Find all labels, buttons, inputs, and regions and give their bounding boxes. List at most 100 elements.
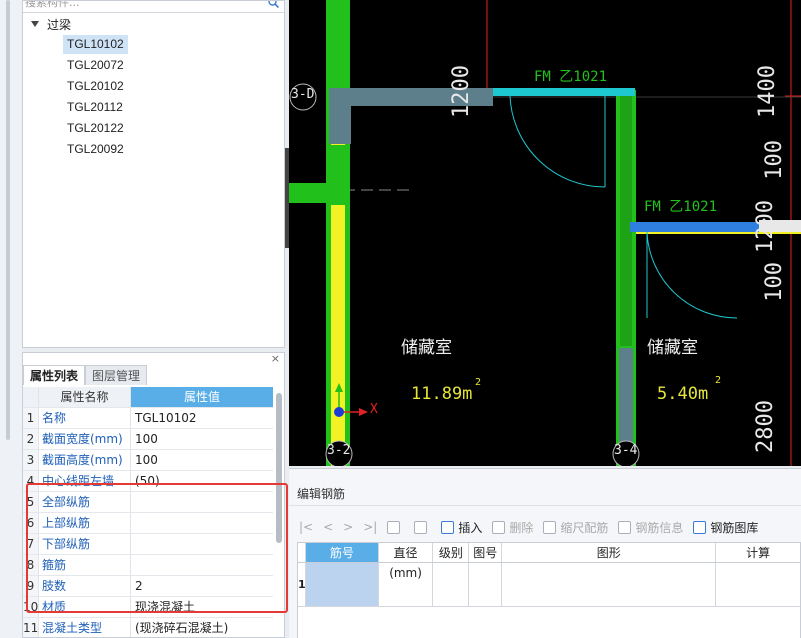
axis-label: 3-2 bbox=[327, 443, 351, 458]
move-down-button[interactable] bbox=[414, 520, 431, 534]
property-value[interactable]: TGL10102 bbox=[131, 408, 273, 428]
property-value[interactable] bbox=[131, 555, 273, 575]
nav-prev-button[interactable]: < bbox=[323, 520, 333, 534]
property-row-index: 10 bbox=[23, 597, 39, 617]
property-row[interactable]: 6 上部纵筋 bbox=[23, 513, 273, 534]
gutter-scrollbar[interactable] bbox=[6, 0, 10, 440]
col-figure-no[interactable]: 图号 bbox=[469, 543, 503, 562]
property-value[interactable]: 现浇混凝土 bbox=[131, 597, 273, 617]
property-row-index: 11 bbox=[23, 618, 39, 637]
header-property-name: 属性名称 bbox=[39, 387, 131, 407]
library-icon bbox=[693, 520, 707, 534]
property-name: 截面高度(mm) bbox=[39, 450, 131, 470]
wall-green[interactable] bbox=[289, 183, 329, 203]
tree-node-lintel[interactable]: 过梁 bbox=[31, 16, 71, 32]
property-row[interactable]: 11 混凝土类型 (现浇碎石混凝土) bbox=[23, 618, 273, 637]
nav-next-button[interactable]: > bbox=[343, 520, 353, 534]
arrow-down-icon bbox=[414, 520, 428, 534]
property-row[interactable]: 8 箍筋 bbox=[23, 555, 273, 576]
col-grade[interactable]: 级别 bbox=[433, 543, 470, 562]
cell-calc[interactable] bbox=[716, 563, 800, 606]
dimension-label: 1200 bbox=[449, 65, 474, 118]
area-unit-superscript: 2 bbox=[475, 377, 482, 388]
dimension-label: 100 bbox=[762, 140, 787, 180]
door-label: FM 乙1021 bbox=[534, 69, 608, 85]
scale-icon bbox=[543, 520, 557, 534]
col-diameter[interactable]: 直径(mm) bbox=[379, 543, 434, 580]
property-value[interactable]: 2 bbox=[131, 576, 273, 596]
cell-figure-no[interactable] bbox=[469, 563, 503, 606]
cell-bar-number[interactable] bbox=[306, 563, 379, 606]
property-name: 全部纵筋 bbox=[39, 492, 131, 512]
property-value[interactable] bbox=[131, 513, 273, 533]
info-icon bbox=[618, 520, 632, 534]
rebar-toolbar: |< < > >| 插入 删除 缩尺配筋 钢筋信息 钢筋图库 bbox=[299, 517, 768, 537]
tab-layer-management[interactable]: 图层管理 bbox=[85, 365, 148, 385]
expand-triangle-icon[interactable] bbox=[31, 21, 39, 27]
property-name: 名称 bbox=[39, 408, 131, 428]
property-row-index: 6 bbox=[23, 513, 39, 533]
insert-icon bbox=[441, 520, 455, 534]
property-row[interactable]: 1 名称 TGL10102 bbox=[23, 408, 273, 429]
wall-green[interactable] bbox=[620, 96, 632, 346]
search-icon[interactable] bbox=[268, 0, 279, 8]
property-row[interactable]: 9 肢数 2 bbox=[23, 576, 273, 597]
scale-rebar-button[interactable]: 缩尺配筋 bbox=[543, 519, 608, 536]
wall-green[interactable] bbox=[330, 145, 346, 205]
property-row[interactable]: 10 材质 现浇混凝土 bbox=[23, 597, 273, 618]
axis-label: 3-4 bbox=[614, 443, 638, 458]
property-value[interactable]: 100 bbox=[131, 450, 273, 470]
ucs-origin bbox=[334, 407, 344, 417]
tab-property-list[interactable]: 属性列表 bbox=[23, 365, 86, 385]
rebar-table: 筋号 直径(mm) 级别 图号 图形 计算 1 bbox=[297, 542, 801, 638]
property-row[interactable]: 5 全部纵筋 bbox=[23, 492, 273, 513]
search-box[interactable]: 搜索构件... bbox=[23, 0, 284, 13]
property-row[interactable]: 7 下部纵筋 bbox=[23, 534, 273, 555]
rebar-table-header: 筋号 直径(mm) 级别 图号 图形 计算 bbox=[298, 543, 800, 580]
properties-scrollbar[interactable] bbox=[276, 393, 282, 543]
col-bar-number[interactable]: 筋号 bbox=[305, 543, 379, 562]
cell-diameter[interactable] bbox=[379, 563, 434, 606]
door-swing bbox=[646, 231, 738, 319]
property-name: 材质 bbox=[39, 597, 131, 617]
property-value[interactable]: (现浇碎石混凝土) bbox=[131, 618, 273, 637]
door-lintel[interactable] bbox=[493, 88, 635, 96]
tree-item[interactable]: TGL20092 bbox=[63, 140, 128, 159]
tree-item[interactable]: TGL20102 bbox=[63, 77, 128, 96]
rebar-library-button[interactable]: 钢筋图库 bbox=[693, 519, 758, 536]
insert-button[interactable]: 插入 bbox=[441, 519, 482, 536]
tree-item[interactable]: TGL10102 bbox=[63, 35, 128, 54]
close-icon[interactable]: × bbox=[271, 353, 280, 365]
dimension-label: 1400 bbox=[755, 65, 780, 118]
property-row[interactable]: 4 中心线距左墙 (50) bbox=[23, 471, 273, 492]
tree-item[interactable]: TGL20072 bbox=[63, 56, 128, 75]
property-row[interactable]: 3 截面高度(mm) 100 bbox=[23, 450, 273, 471]
property-value[interactable]: (50) bbox=[131, 471, 273, 491]
door-swing bbox=[509, 95, 606, 188]
property-value[interactable]: 100 bbox=[131, 429, 273, 449]
rebar-editor-title: 编辑钢筋 bbox=[297, 487, 346, 501]
property-value[interactable] bbox=[131, 492, 273, 512]
ucs-x-label: X bbox=[370, 402, 378, 417]
tree-item[interactable]: TGL20122 bbox=[63, 119, 128, 138]
property-name: 中心线距左墙 bbox=[39, 471, 131, 491]
nav-last-button[interactable]: >| bbox=[363, 520, 377, 534]
tree-item[interactable]: TGL20112 bbox=[63, 98, 127, 117]
header-property-value: 属性值 bbox=[131, 387, 273, 407]
wall-green[interactable] bbox=[328, 0, 350, 92]
cad-canvas[interactable]: 1200 1400 100 1200 100 2800 FM 乙1021 FM 乙1021 FM… bbox=[289, 0, 801, 466]
col-calc[interactable]: 计算 bbox=[716, 543, 800, 562]
col-shape[interactable]: 图形 bbox=[502, 543, 717, 562]
search-input[interactable]: 搜索构件... bbox=[25, 1, 80, 11]
table-row[interactable]: 1 bbox=[298, 563, 800, 607]
cell-shape[interactable] bbox=[502, 563, 717, 606]
delete-button[interactable]: 删除 bbox=[492, 519, 533, 536]
property-row[interactable]: 2 截面宽度(mm) 100 bbox=[23, 429, 273, 450]
property-value[interactable] bbox=[131, 534, 273, 554]
nav-first-button[interactable]: |< bbox=[299, 520, 313, 534]
rebar-info-button[interactable]: 钢筋信息 bbox=[618, 519, 683, 536]
cell-grade[interactable] bbox=[433, 563, 470, 606]
move-up-button[interactable] bbox=[387, 520, 404, 534]
property-name: 混凝土类型 bbox=[39, 618, 131, 637]
property-name: 下部纵筋 bbox=[39, 534, 131, 554]
